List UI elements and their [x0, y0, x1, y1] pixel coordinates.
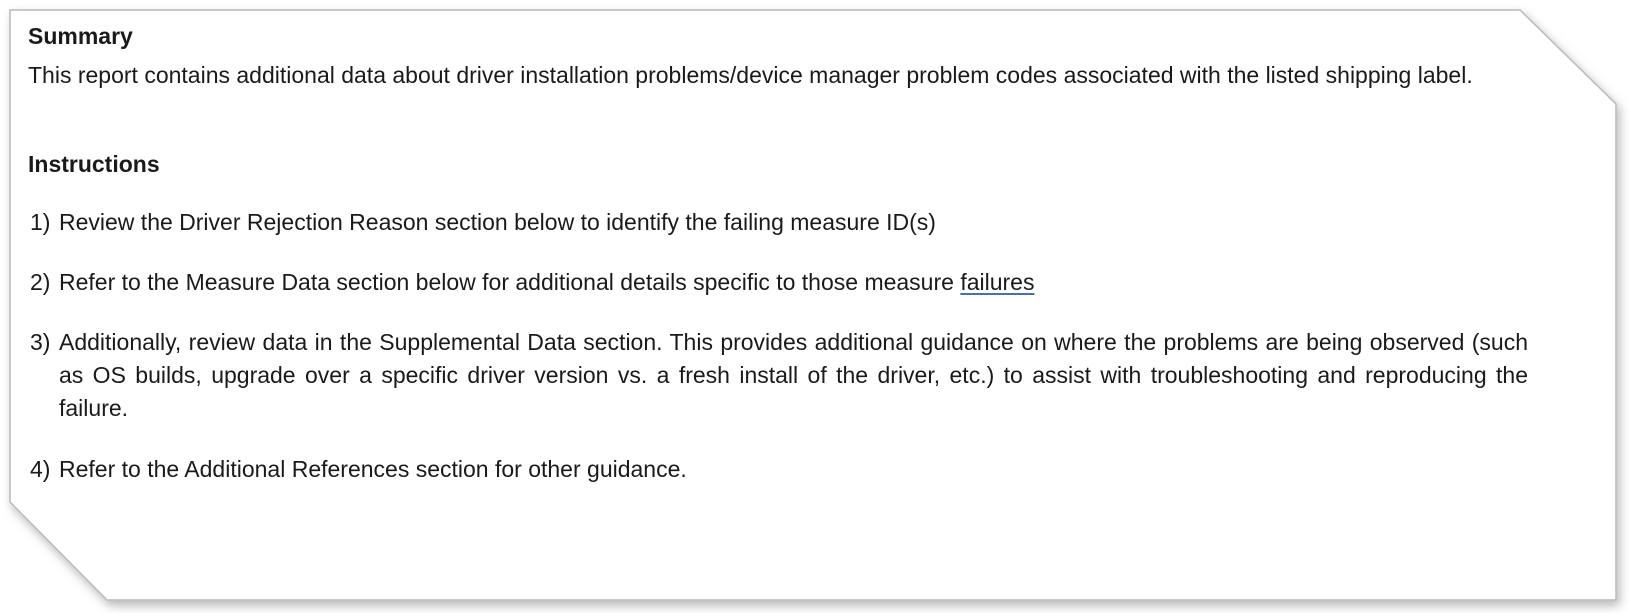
step-text: Refer to the Measure Data section below … — [59, 268, 961, 295]
summary-text: This report contains additional data abo… — [28, 62, 1473, 89]
step-number: 3) — [30, 328, 51, 355]
instruction-step-1: 1) Review the Driver Rejection Reason se… — [28, 206, 1528, 239]
step-text: Additionally, review data in the Supplem… — [59, 328, 1528, 421]
instruction-step-4: 4) Refer to the Additional References se… — [28, 453, 1528, 486]
instruction-step-3: 3) Additionally, review data in the Supp… — [28, 326, 1528, 425]
document-snippet: Summary This report contains additional … — [0, 0, 1629, 613]
step-text: Refer to the Additional References secti… — [59, 455, 687, 482]
step-number: 1) — [30, 208, 51, 235]
step-text: Review the Driver Rejection Reason secti… — [59, 208, 936, 235]
step-number: 4) — [30, 455, 51, 482]
failures-link[interactable]: failures — [960, 269, 1034, 295]
step-number: 2) — [30, 268, 51, 295]
instructions-heading: Instructions — [28, 151, 160, 178]
instruction-step-2: 2) Refer to the Measure Data section bel… — [28, 266, 1528, 299]
summary-heading: Summary — [28, 23, 133, 49]
document-content: Summary This report contains additional … — [28, 18, 1528, 486]
